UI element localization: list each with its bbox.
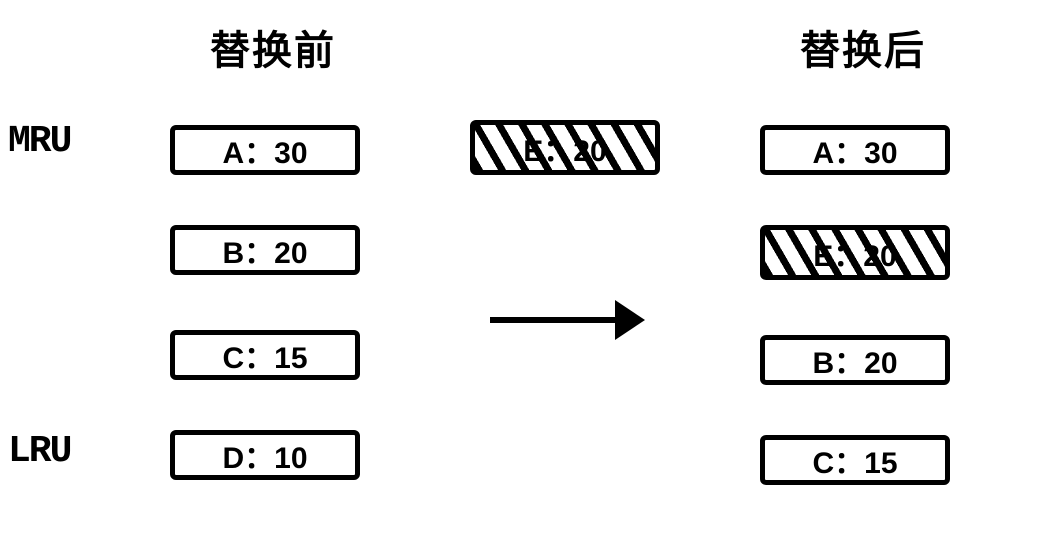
arrow-line	[490, 317, 620, 323]
before-row-1-text: A：30	[222, 128, 307, 172]
after-row-3: B：20	[760, 335, 950, 385]
heading-after: 替换后	[800, 18, 926, 76]
after-row-1: A：30	[760, 125, 950, 175]
before-row-4-text: D：10	[222, 433, 307, 477]
after-row-3-text: B：20	[812, 338, 897, 382]
after-row-1-text: A：30	[812, 128, 897, 172]
before-row-3: C：15	[170, 330, 360, 380]
before-row-3-text: C：15	[222, 333, 307, 377]
after-row-2-text: E：20	[813, 231, 896, 275]
arrow-head	[615, 300, 645, 340]
label-lru: LRU	[8, 430, 70, 473]
before-row-4: D：10	[170, 430, 360, 480]
after-row-4: C：15	[760, 435, 950, 485]
before-row-2-text: B：20	[222, 228, 307, 272]
after-row-2: E：20	[760, 225, 950, 280]
before-row-2: B：20	[170, 225, 360, 275]
heading-before: 替换前	[210, 18, 336, 76]
after-row-4-text: C：15	[812, 438, 897, 482]
label-mru: MRU	[8, 120, 70, 163]
incoming-element: E：20	[470, 120, 660, 175]
arrow-icon	[490, 300, 650, 340]
diagram-canvas: 替换前 替换后 MRU LRU A：30 B：20 C：15 D：10 E：20…	[0, 0, 1038, 547]
incoming-element-text: E：20	[523, 126, 606, 170]
before-row-1: A：30	[170, 125, 360, 175]
